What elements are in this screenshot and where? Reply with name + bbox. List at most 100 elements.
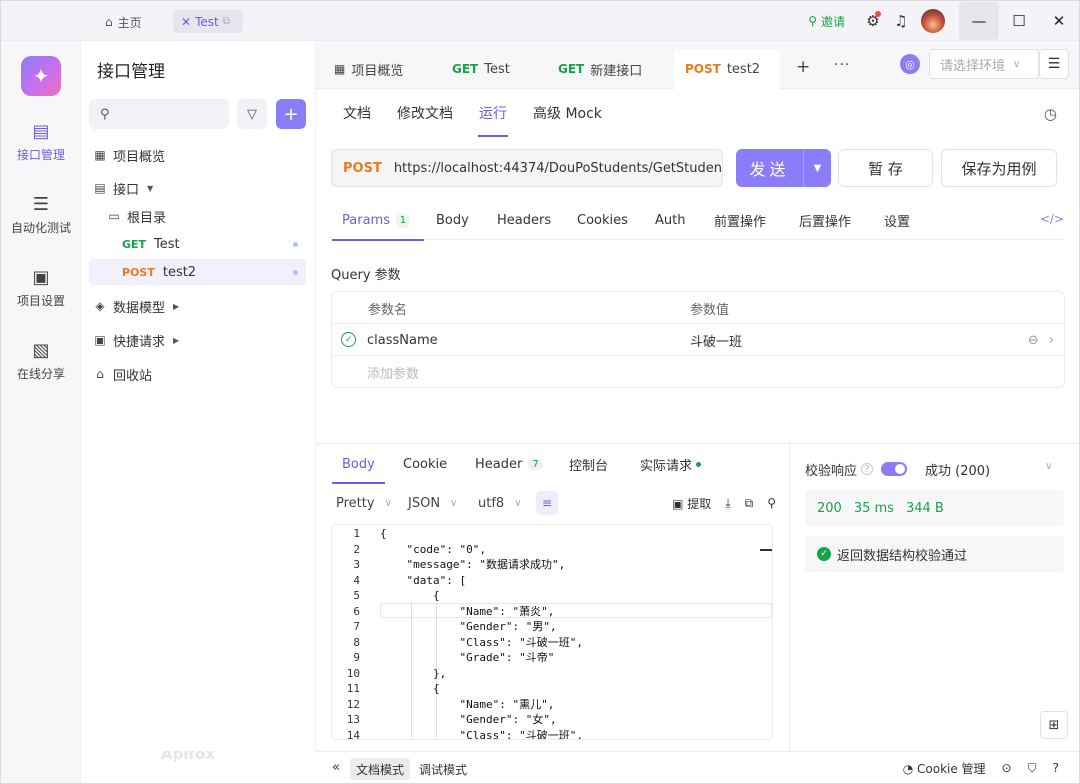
response-code-view[interactable]: 1 2 3 4 5 6 7 8 9 10 11 12 13 14 { "code": "0", "mess… [331, 524, 773, 740]
tab-pre-request[interactable]: 前置操作 [714, 200, 766, 240]
tab-label: 新建接口 [590, 63, 643, 79]
endpoint-post-test2[interactable]: POST test2 [89, 259, 306, 285]
tree-node-api[interactable]: ▤ 接口 ▼ [93, 175, 153, 201]
tab-headers[interactable]: Headers [497, 200, 551, 240]
add-button[interactable]: + [276, 99, 306, 129]
filter-button[interactable]: ▽ [237, 99, 267, 129]
tab-mock[interactable]: 高级 Mock [520, 89, 615, 137]
tree-node-quick[interactable]: ▣ 快捷请求 ▶ [93, 327, 179, 353]
table-row[interactable]: ✓ className 斗破一班 ⊖ › [332, 324, 1064, 356]
layout-icon[interactable]: ⊞ [1040, 711, 1068, 739]
encoding-select[interactable]: utf8 ∨ [478, 491, 522, 515]
remove-icon[interactable]: ⊖ [1028, 333, 1039, 348]
save-button[interactable]: 暂 存 [838, 149, 933, 187]
extract-button[interactable]: ▣ 提取 [672, 495, 711, 512]
query-label: Query 参数 [331, 268, 401, 283]
add-param-row[interactable]: 添加参数 [332, 356, 1064, 388]
url-input[interactable]: POST https://localhost:44374/DouPoStuden… [331, 149, 723, 187]
tab-doc[interactable]: 文档 [330, 89, 384, 137]
rail-item-automation[interactable]: ☰ 自动化测试 [1, 194, 81, 236]
chevron-down-icon: ∨ [450, 497, 458, 509]
popout-icon[interactable]: ⧉ [223, 16, 230, 27]
cookie-manager-button[interactable]: ◔ Cookie 管理 [903, 760, 986, 777]
environment-select[interactable]: 请选择环境 ∨ [929, 49, 1039, 79]
rail-item-label: 项目设置 [16, 294, 65, 308]
copy-icon[interactable]: ⧉ [745, 496, 754, 511]
tab-get-new[interactable]: GET 新建接口 [540, 49, 670, 89]
tab-label: Header [475, 456, 523, 472]
history-icon[interactable]: ◷ [1044, 105, 1057, 123]
tab-overview[interactable]: ▦ 项目概览 [316, 49, 440, 89]
tree-node-trash[interactable]: ⌂ 回收站 [93, 361, 152, 387]
format-select[interactable]: Pretty ∨ [336, 491, 392, 515]
invite-button[interactable]: ⚲ 邀请 [808, 13, 845, 30]
send-button[interactable]: 发送 ▼ [736, 149, 831, 187]
line-number: 7 [353, 620, 360, 633]
project-tab[interactable]: ✕ Test ⧉ [173, 10, 243, 33]
tab-body[interactable]: Body [436, 200, 469, 240]
minimize-button[interactable]: — [959, 2, 999, 40]
maximize-button[interactable]: ☐ [999, 2, 1039, 40]
rail-item-share[interactable]: ▧ 在线分享 [1, 340, 81, 382]
rail-item-settings[interactable]: ▣ 项目设置 [1, 267, 81, 309]
rail-item-api[interactable]: ▤ 接口管理 [1, 121, 81, 163]
search-icon[interactable]: ⚲ [767, 496, 776, 510]
left-rail: ✦ ▤ 接口管理 ☰ 自动化测试 ▣ 项目设置 ▧ 在线分享 [1, 41, 81, 783]
type-select[interactable]: JSON ∨ [408, 491, 457, 515]
more-icon[interactable]: ··· [834, 57, 850, 73]
endpoint-get-test[interactable]: GET Test [89, 231, 306, 257]
scrollbar[interactable] [760, 549, 772, 551]
gear-icon[interactable]: ⚙ [859, 1, 887, 41]
new-tab-button[interactable]: + [796, 57, 810, 77]
tree-node-root[interactable]: ▭ 根目录 [107, 203, 166, 229]
search-input[interactable]: ⚲ [89, 99, 229, 129]
tab-settings[interactable]: 设置 [884, 200, 910, 240]
close-icon[interactable]: ✕ [181, 15, 191, 29]
chevron-right-icon[interactable]: › [1049, 333, 1054, 348]
lightning-icon: ▣ [94, 333, 106, 347]
environment-icon[interactable]: ◎ [900, 54, 920, 74]
tab-params[interactable]: Params 1 [332, 200, 424, 241]
doc-mode-button[interactable]: 文档模式 [350, 758, 411, 780]
shirt-icon[interactable]: ⛉ [1028, 761, 1037, 776]
tab-resp-header[interactable]: Header 7 [475, 444, 543, 484]
param-value[interactable]: 斗破一班 [690, 324, 742, 356]
window-close-button[interactable]: ✕ [1039, 2, 1079, 40]
tab-resp-cookie[interactable]: Cookie [403, 444, 447, 484]
tab-auth[interactable]: Auth [655, 200, 685, 240]
tab-run[interactable]: 运行 [466, 89, 520, 137]
home-tab[interactable]: ⌂ 主页 [105, 11, 142, 33]
menu-icon[interactable]: ☰ [1039, 49, 1069, 79]
tree-node-overview[interactable]: ▦ 项目概览 [93, 142, 165, 168]
avatar[interactable] [921, 9, 945, 33]
chevron-down-icon[interactable]: ▼ [803, 149, 831, 187]
method-badge: POST [685, 62, 721, 76]
tab-post-request[interactable]: 后置操作 [799, 200, 851, 240]
param-name[interactable]: className [367, 324, 438, 356]
tab-cookies[interactable]: Cookies [577, 200, 628, 240]
chevron-down-icon[interactable]: ∨ [1045, 461, 1052, 472]
method-select[interactable]: POST [343, 161, 382, 176]
tab-post-test2[interactable]: POST test2 [674, 49, 780, 89]
save-case-button[interactable]: 保存为用例 [941, 149, 1057, 187]
validate-toggle[interactable] [881, 462, 908, 476]
code-icon[interactable]: </> [1040, 212, 1064, 226]
upload-icon[interactable]: ⊙ [1002, 761, 1012, 775]
tab-get-test[interactable]: GET Test [434, 49, 544, 89]
help-icon[interactable]: ? [861, 463, 874, 475]
tree-node-models[interactable]: ◈ 数据模型 ▶ [93, 293, 179, 319]
validate-result[interactable]: 成功 (200) [925, 460, 990, 479]
bell-icon[interactable]: ♫ [887, 1, 915, 41]
debug-mode-button[interactable]: 调试模式 [413, 758, 473, 780]
tab-actual-request[interactable]: 实际请求 [640, 444, 702, 484]
tab-edit-doc[interactable]: 修改文档 [384, 89, 466, 137]
collapse-icon[interactable]: « [332, 760, 340, 775]
search-icon: ⚲ [100, 106, 110, 122]
line-number: 14 [346, 728, 360, 740]
tab-console[interactable]: 控制台 [569, 444, 608, 484]
wrap-icon[interactable]: ≡ [536, 491, 558, 515]
tab-resp-body[interactable]: Body [332, 444, 385, 484]
check-icon[interactable]: ✓ [341, 332, 356, 347]
download-icon[interactable]: ⤓ [725, 496, 730, 511]
help-icon[interactable]: ? [1053, 761, 1059, 775]
